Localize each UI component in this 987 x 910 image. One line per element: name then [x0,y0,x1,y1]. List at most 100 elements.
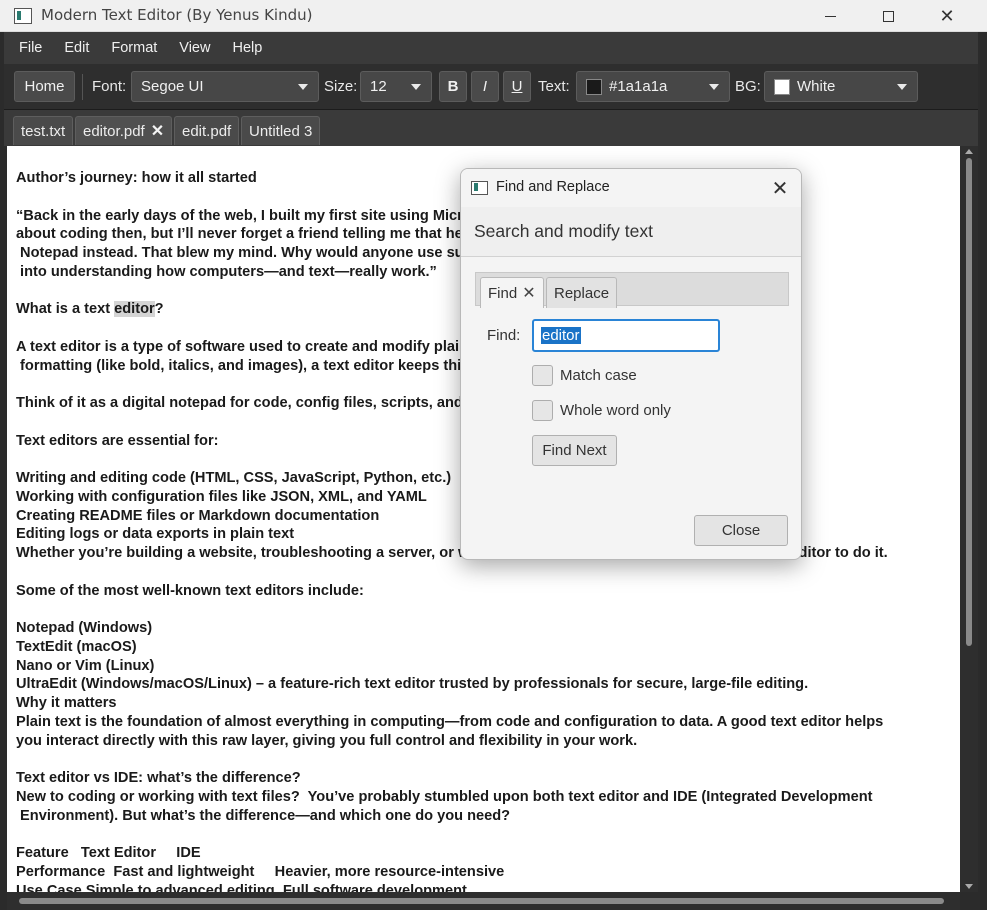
text-color-label: Text: [538,78,570,95]
editor-line: Working with configuration files like JS… [16,488,427,505]
italic-button[interactable]: I [471,71,499,102]
dialog-close-button[interactable]: ✕ [763,174,797,202]
menu-bar: File Edit Format View Help [4,32,978,64]
close-window-button[interactable]: ✕ [918,0,976,32]
menu-help[interactable]: Help [232,40,262,56]
home-button[interactable]: Home [14,71,75,102]
editor-line: Plain text is the foundation of almost e… [16,713,884,730]
editor-line: UltraEdit (Windows/macOS/Linux) – a feat… [16,676,809,693]
editor-line: you interact directly with this raw laye… [16,732,638,749]
editor-line: Nano or Vim (Linux) [16,657,155,674]
editor-line: Notepad (Windows) [16,620,153,636]
scroll-down-icon[interactable] [965,884,973,889]
menu-edit[interactable]: Edit [64,40,89,56]
menu-file[interactable]: File [19,40,42,56]
tab-label: Find [488,284,518,302]
tab-label: test.txt [21,122,66,140]
editor-line: Some of the most well-known text editors… [16,582,364,599]
bg-color-label: BG: [735,78,761,95]
dialog-title: Find and Replace [496,179,610,195]
minimize-icon [824,15,836,17]
font-label: Font: [92,78,127,95]
font-select[interactable]: Segoe UI [131,71,319,102]
minimize-button[interactable] [801,0,859,32]
tab-replace[interactable]: Replace [546,277,618,308]
close-icon: ✕ [939,5,955,27]
editor-line: Text editor vs IDE: what’s the differenc… [16,770,301,786]
tab-untitled-3[interactable]: Untitled 3 [241,116,321,145]
find-replace-dialog: Find and Replace ✕ Search and modify tex… [460,168,802,560]
document-tab-bar: test.txt editor.pdf ✕ edit.pdf Untitled 3 [4,110,978,146]
find-label: Find: [487,327,521,344]
text-color-swatch [586,79,602,95]
maximize-button[interactable] [859,0,917,32]
scrollbar-thumb[interactable] [19,898,944,904]
editor-line: Use Case Simple to advanced editing Full… [16,882,467,893]
bold-button[interactable]: B [439,71,467,102]
editor-line: into understanding how computers—and tex… [16,263,437,280]
editor-line: Editing logs or data exports in plain te… [16,526,295,543]
tab-find[interactable]: Find ✕ [480,277,544,308]
editor-line: Writing and editing code (HTML, CSS, Jav… [16,470,452,486]
chevron-down-icon [411,84,421,90]
tab-editor-pdf[interactable]: editor.pdf ✕ [75,116,173,145]
dialog-header-text: Search and modify text [474,221,653,241]
toolbar: Home Font: Segoe UI Size: 12 B I U Text:… [4,64,978,110]
bg-color-swatch [774,79,790,95]
menu-view[interactable]: View [179,40,210,56]
search-highlight: editor [114,301,155,318]
editor-line: What is a text editor? [16,301,164,318]
tab-label: Replace [554,284,610,302]
close-icon[interactable]: ✕ [522,283,535,303]
chevron-down-icon [897,84,907,90]
toolbar-separator [82,74,83,100]
text-color-select[interactable]: #1a1a1a [576,71,730,102]
close-icon: ✕ [771,176,789,200]
tab-test-txt[interactable]: test.txt [13,116,74,145]
editor-line: Environment). But what’s the difference—… [16,807,511,824]
scrollbar-thumb[interactable] [966,158,972,646]
whole-word-checkbox[interactable] [532,400,553,421]
dialog-header: Search and modify text [461,207,801,257]
horizontal-scrollbar[interactable] [7,892,960,910]
editor-line: New to coding or working with text files… [16,788,873,805]
dialog-tab-strip: Find ✕ Replace [475,272,789,308]
editor-line: Author’s journey: how it all started [16,170,257,186]
app-icon [471,181,488,195]
font-select-value: Segoe UI [141,78,204,95]
chevron-down-icon [298,84,308,90]
whole-word-label: Whole word only [560,402,671,419]
editor-line-text: What is a text [16,301,115,318]
editor-line: Why it matters [16,695,117,711]
scroll-up-icon[interactable] [965,149,973,154]
find-input-value: editor [541,327,581,344]
maximize-icon [882,10,894,22]
window-title: Modern Text Editor (By Yenus Kindu) [41,6,313,24]
editor-line: Think of it as a digital notepad for cod… [16,395,507,411]
app-icon [14,8,32,24]
editor-line: Text editors are essential for: [16,432,219,449]
bg-color-value: White [797,78,836,95]
editor-line: TextEdit (macOS) [16,638,137,655]
tab-label: editor.pdf [83,122,145,140]
bg-color-select[interactable]: White [764,71,918,102]
editor-line: Performance Fast and lightweight Heavier… [16,863,505,880]
title-bar: Modern Text Editor (By Yenus Kindu) ✕ [0,0,987,32]
find-next-button[interactable]: Find Next [532,435,617,466]
tab-edit-pdf[interactable]: edit.pdf [174,116,240,145]
underline-button[interactable]: U [503,71,531,102]
tab-label: Untitled 3 [249,122,313,140]
menu-format[interactable]: Format [111,40,157,56]
size-select[interactable]: 12 [360,71,432,102]
vertical-scrollbar[interactable] [960,146,978,892]
match-case-checkbox[interactable] [532,365,553,386]
tab-label: edit.pdf [182,122,232,140]
editor-line: Creating README files or Markdown docume… [16,507,380,524]
close-button[interactable]: Close [694,515,788,546]
dialog-title-bar: Find and Replace ✕ [461,169,801,207]
size-label: Size: [324,78,358,95]
close-icon[interactable]: ✕ [151,121,164,141]
chevron-down-icon [709,84,719,90]
find-input[interactable]: editor [532,319,720,352]
text-color-value: #1a1a1a [609,78,668,95]
